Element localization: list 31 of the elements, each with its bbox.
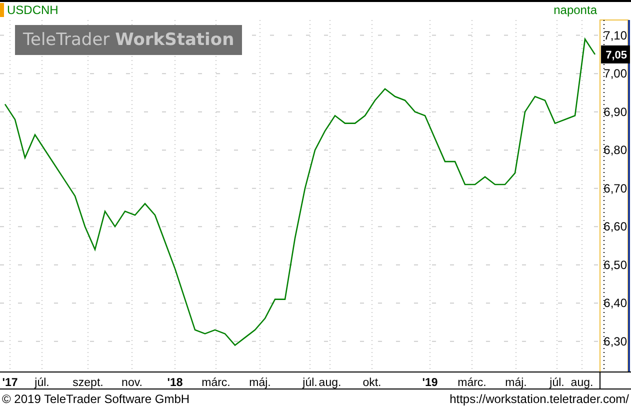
x-axis-label: aug. xyxy=(570,377,594,389)
y-axis-label: 6,60 xyxy=(604,220,627,234)
interval-label: naponta xyxy=(554,3,597,17)
y-axis-label: 6,50 xyxy=(604,258,627,272)
x-axis-label: aug. xyxy=(318,377,342,389)
x-axis-label: júl. xyxy=(302,377,318,389)
y-axis-label: 7,10 xyxy=(604,28,627,42)
y-axis-label: 7,00 xyxy=(604,66,627,81)
y-axis-label: 6,90 xyxy=(604,104,627,119)
x-axis-label: júl. xyxy=(550,377,564,389)
x-axis-label: márc. xyxy=(202,377,230,389)
y-axis-label: 6,70 xyxy=(604,181,627,196)
last-price-marker: 7,05 xyxy=(601,45,630,64)
symbol-label: USDCNH xyxy=(7,3,58,17)
y-axis-label: 6,80 xyxy=(604,143,627,158)
x-axis-label: júl. xyxy=(34,377,50,389)
x-axis-label: máj. xyxy=(505,377,527,389)
url-text: https://workstation.teletrader.com/ xyxy=(450,391,629,408)
copyright-text: © 2019 TeleTrader Software GmbH xyxy=(2,391,190,408)
x-axis-label: '18 xyxy=(167,377,183,389)
x-axis-label: okt. xyxy=(362,377,382,389)
x-axis-label: máj. xyxy=(249,377,271,389)
x-axis-label: nov. xyxy=(122,377,142,389)
x-axis-label: márc. xyxy=(458,377,486,389)
x-axis-label: '19 xyxy=(422,377,438,389)
x-axis-label: szept. xyxy=(72,377,104,389)
watermark-logo: TeleTrader WorkStation xyxy=(15,25,242,55)
symbol-marker xyxy=(0,3,4,17)
y-axis-label: 6,40 xyxy=(604,296,627,310)
x-axis-label: '17 xyxy=(2,377,18,389)
y-axis-label: 6,30 xyxy=(604,334,627,348)
